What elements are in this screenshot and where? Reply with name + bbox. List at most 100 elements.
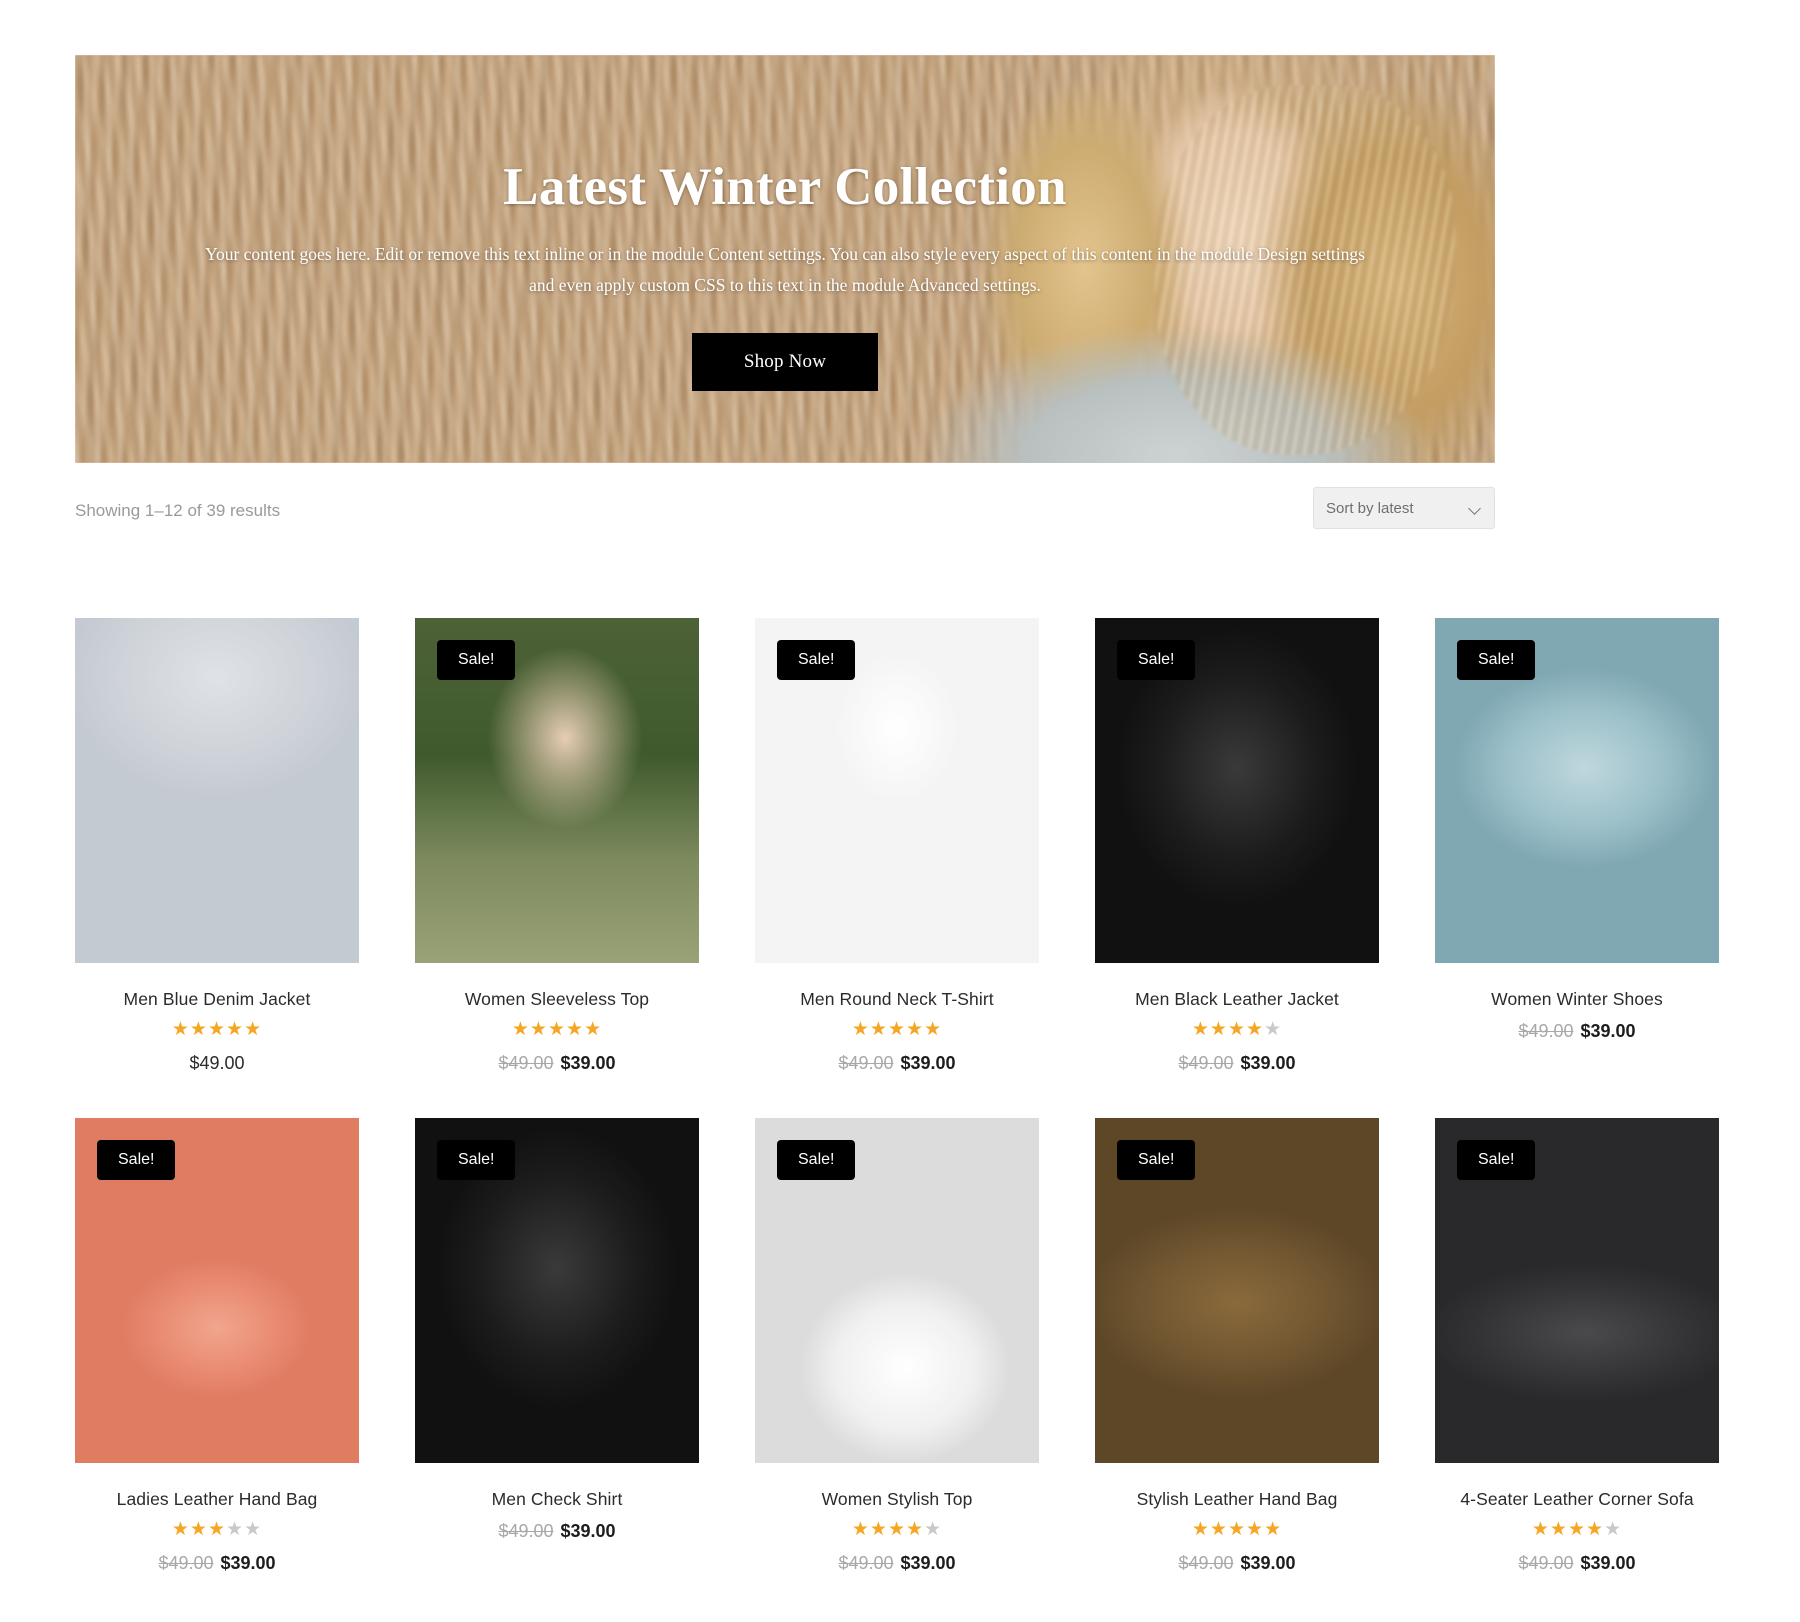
- product-price: $49.00 $39.00: [415, 1053, 699, 1074]
- star-filled-icon: ★: [1191, 1519, 1210, 1540]
- hero-banner: Latest Winter Collection Your content go…: [75, 55, 1495, 463]
- star-filled-icon: ★: [906, 1519, 925, 1540]
- star-filled-icon: ★: [566, 1019, 585, 1040]
- star-filled-icon: ★: [1227, 1019, 1247, 1040]
- product-card[interactable]: Sale! 4-Seater Leather Corner Sofa ★★★★★ $4…: [1435, 1118, 1719, 1574]
- product-image-wrapper[interactable]: Sale!: [75, 1118, 359, 1463]
- star-filled-icon: ★: [171, 1519, 190, 1540]
- product-title[interactable]: Men Check Shirt: [415, 1489, 699, 1510]
- star-filled-icon: ★: [1191, 1019, 1210, 1040]
- product-price: $49.00 $39.00: [755, 1053, 1039, 1074]
- product-card[interactable]: Sale! Men Black Leather Jacket ★★★★★ $49.00…: [1095, 618, 1379, 1074]
- product-title[interactable]: 4-Seater Leather Corner Sofa: [1435, 1489, 1719, 1510]
- product-title[interactable]: Women Sleeveless Top: [415, 989, 699, 1010]
- star-empty-icon: ★: [226, 1519, 245, 1540]
- sale-badge: Sale!: [1457, 1140, 1536, 1180]
- shop-page: Latest Winter Collection Your content go…: [0, 0, 1800, 1622]
- star-filled-icon: ★: [189, 1019, 208, 1040]
- star-filled-icon: ★: [207, 1519, 227, 1540]
- product-image-wrapper[interactable]: Sale!: [1095, 618, 1379, 963]
- product-image-wrapper[interactable]: [75, 618, 359, 963]
- product-image-wrapper[interactable]: Sale!: [1095, 1118, 1379, 1463]
- results-count: Showing 1–12 of 39 results: [75, 501, 281, 520]
- hero-subtitle: Your content goes here. Edit or remove t…: [205, 244, 1365, 295]
- results-toolbar: Showing 1–12 of 39 results Sort by lates…: [75, 487, 1495, 547]
- product-rating: ★★★★★: [755, 1520, 1039, 1542]
- product-price-sale: $39.00: [560, 1053, 616, 1073]
- product-rating: ★★★★★: [755, 1020, 1039, 1042]
- star-filled-icon: ★: [1246, 1519, 1265, 1540]
- star-filled-icon: ★: [189, 1519, 208, 1540]
- star-filled-icon: ★: [244, 1019, 263, 1040]
- product-price-original: $49.00: [1178, 1053, 1234, 1073]
- star-filled-icon: ★: [584, 1019, 603, 1040]
- product-card[interactable]: Sale! Ladies Leather Hand Bag ★★★★★ $49.00 $…: [75, 1118, 359, 1574]
- product-card[interactable]: Sale! Men Check Shirt $49.00 $39.00: [415, 1118, 699, 1574]
- product-price: $49.00 $39.00: [415, 1521, 699, 1542]
- star-filled-icon: ★: [1264, 1519, 1283, 1540]
- star-filled-icon: ★: [207, 1019, 227, 1040]
- product-rating: ★★★★★: [415, 1020, 699, 1042]
- star-filled-icon: ★: [511, 1019, 530, 1040]
- product-price: $49.00 $39.00: [75, 1553, 359, 1574]
- product-image-wrapper[interactable]: Sale!: [415, 1118, 699, 1463]
- star-filled-icon: ★: [851, 1519, 870, 1540]
- product-price-sale: $39.00: [560, 1521, 616, 1541]
- product-price-original: $49.00: [1518, 1553, 1574, 1573]
- product-title[interactable]: Men Black Leather Jacket: [1095, 989, 1379, 1010]
- star-empty-icon: ★: [1604, 1519, 1623, 1540]
- product-title[interactable]: Stylish Leather Hand Bag: [1095, 1489, 1379, 1510]
- star-filled-icon: ★: [1586, 1519, 1605, 1540]
- star-filled-icon: ★: [529, 1019, 548, 1040]
- product-card[interactable]: Men Blue Denim Jacket ★★★★★ $49.00: [75, 618, 359, 1074]
- sale-badge: Sale!: [777, 1140, 856, 1180]
- product-grid: Men Blue Denim Jacket ★★★★★ $49.00 Sale! Wom…: [75, 618, 1719, 1574]
- product-image-wrapper[interactable]: Sale!: [755, 1118, 1039, 1463]
- sort-dropdown[interactable]: Sort by latest: [1313, 487, 1495, 529]
- product-rating: ★★★★★: [1435, 1520, 1719, 1542]
- product-price-original: $49.00: [498, 1053, 554, 1073]
- product-price-sale: $39.00: [1580, 1021, 1636, 1041]
- product-image-wrapper[interactable]: Sale!: [1435, 618, 1719, 963]
- product-price: $49.00 $39.00: [1435, 1553, 1719, 1574]
- product-image-wrapper[interactable]: Sale!: [1435, 1118, 1719, 1463]
- shop-now-button[interactable]: Shop Now: [691, 333, 879, 391]
- product-title[interactable]: Men Blue Denim Jacket: [75, 989, 359, 1010]
- product-title[interactable]: Women Stylish Top: [755, 1489, 1039, 1510]
- star-empty-icon: ★: [1264, 1019, 1283, 1040]
- star-filled-icon: ★: [1567, 1519, 1587, 1540]
- star-filled-icon: ★: [1209, 1519, 1228, 1540]
- product-card[interactable]: Sale! Stylish Leather Hand Bag ★★★★★ $49.00…: [1095, 1118, 1379, 1574]
- product-price: $49.00 $39.00: [1095, 1553, 1379, 1574]
- product-price-original: $49.00: [498, 1521, 554, 1541]
- star-filled-icon: ★: [869, 1519, 888, 1540]
- product-price-sale: $39.00: [900, 1553, 956, 1573]
- product-card[interactable]: Sale! Women Winter Shoes $49.00 $39.00: [1435, 618, 1719, 1074]
- product-rating: ★★★★★: [1095, 1520, 1379, 1542]
- product-rating: ★★★★★: [1095, 1020, 1379, 1042]
- product-price-sale: $39.00: [900, 1053, 956, 1073]
- product-price-original: $49.00: [158, 1553, 214, 1573]
- chevron-down-icon: [1469, 502, 1482, 515]
- product-price: $49.00 $39.00: [1095, 1053, 1379, 1074]
- product-title[interactable]: Women Winter Shoes: [1435, 989, 1719, 1010]
- star-empty-icon: ★: [924, 1519, 943, 1540]
- product-image-wrapper[interactable]: Sale!: [415, 618, 699, 963]
- product-card[interactable]: Sale! Women Stylish Top ★★★★★ $49.00 $39.00: [755, 1118, 1039, 1574]
- star-filled-icon: ★: [906, 1019, 925, 1040]
- sort-dropdown-value: Sort by latest: [1326, 499, 1414, 517]
- sale-badge: Sale!: [1117, 640, 1196, 680]
- product-price: $49.00 $39.00: [755, 1553, 1039, 1574]
- star-empty-icon: ★: [244, 1519, 263, 1540]
- product-card[interactable]: Sale! Men Round Neck T-Shirt ★★★★★ $49.00 $3…: [755, 618, 1039, 1074]
- product-price-original: $49.00: [1518, 1021, 1574, 1041]
- star-filled-icon: ★: [924, 1019, 943, 1040]
- sale-badge: Sale!: [1457, 640, 1536, 680]
- product-price-original: $49.00: [838, 1553, 894, 1573]
- product-title[interactable]: Men Round Neck T-Shirt: [755, 989, 1039, 1010]
- product-image-wrapper[interactable]: Sale!: [755, 618, 1039, 963]
- product-title[interactable]: Ladies Leather Hand Bag: [75, 1489, 359, 1510]
- sale-badge: Sale!: [437, 640, 516, 680]
- product-price-regular: $49.00: [189, 1053, 245, 1073]
- product-card[interactable]: Sale! Women Sleeveless Top ★★★★★ $49.00 $39.…: [415, 618, 699, 1074]
